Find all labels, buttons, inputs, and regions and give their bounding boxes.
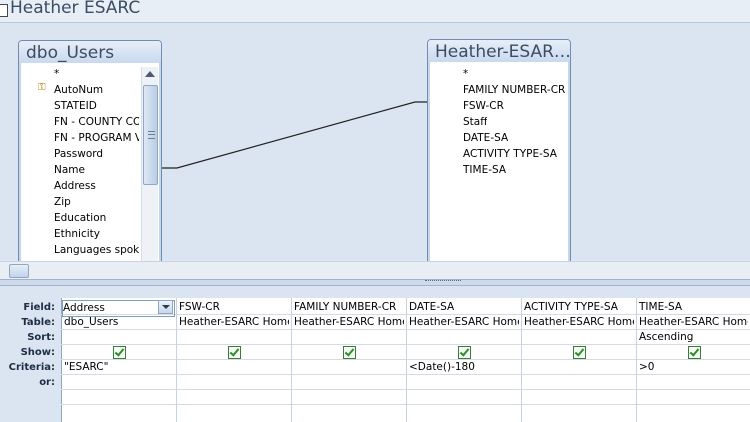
row-label-table: Table: [21, 317, 55, 328]
field-item[interactable]: Password [54, 146, 103, 162]
row-label-field: Field: [23, 302, 55, 313]
sort-cell[interactable] [64, 330, 174, 345]
field-list-scrollbar[interactable] [141, 67, 158, 264]
field-list[interactable]: ⚿ * AutoNum STATEID FN - COUNTY CO FN - … [22, 65, 158, 264]
grid-column[interactable]: DATE-SA Heather-ESARC Home <Date()-180 [406, 286, 522, 422]
field-item[interactable]: AutoNum [54, 82, 103, 98]
table-cell[interactable]: Heather-ESARC Home [639, 315, 748, 330]
row-label-show: Show: [20, 347, 55, 358]
field-item[interactable]: * [463, 66, 468, 82]
field-item[interactable]: FN - COUNTY CO [54, 114, 139, 130]
query-design-grid[interactable]: Field: Table: Sort: Show: Criteria: or: … [0, 286, 750, 422]
table-cell[interactable]: Heather-ESARC Home [524, 315, 634, 330]
table-title[interactable]: Heather-ESAR… [428, 40, 570, 62]
field-item[interactable]: TIME-SA [463, 162, 506, 178]
row-label-criteria: Criteria: [8, 362, 55, 373]
sort-cell[interactable] [524, 330, 634, 345]
field-item[interactable]: Name [54, 162, 85, 178]
window-title: Heather ESARC [10, 0, 141, 18]
field-item[interactable]: FSW-CR [463, 98, 504, 114]
sort-cell[interactable] [294, 330, 404, 345]
sort-cell[interactable] [409, 330, 519, 345]
field-item[interactable]: ACTIVITY TYPE-SA [463, 146, 557, 162]
field-item[interactable]: * [54, 66, 59, 82]
table-design-area[interactable]: dbo_Users ⚿ * AutoNum STATEID FN - COUNT… [0, 23, 750, 265]
grid-column[interactable]: FSW-CR Heather-ESARC Home [176, 286, 292, 422]
criteria-cell[interactable]: >0 [639, 360, 748, 375]
window-titlebar: Heather ESARC [0, 0, 750, 23]
or-cell[interactable] [64, 375, 174, 390]
row-labels: Field: Table: Sort: Show: Criteria: or: [0, 286, 62, 422]
field-item[interactable]: DATE-SA [463, 130, 508, 146]
horizontal-scrollbar[interactable] [0, 261, 750, 279]
or-cell[interactable] [639, 375, 748, 390]
table-box-heather-esarc[interactable]: Heather-ESAR… * FAMILY NUMBER-CR FSW-CR … [427, 39, 571, 265]
field-item[interactable]: STATEID [54, 98, 97, 114]
table-cell[interactable]: Heather-ESARC Home [179, 315, 289, 330]
pane-splitter[interactable] [0, 279, 750, 286]
show-checkbox[interactable] [573, 346, 586, 359]
primary-key-icon: ⚿ [38, 82, 46, 93]
criteria-cell[interactable] [179, 360, 289, 375]
sort-cell[interactable]: Ascending [639, 330, 748, 345]
field-list[interactable]: * FAMILY NUMBER-CR FSW-CR Staff DATE-SA … [431, 64, 567, 264]
field-item[interactable]: Zip [54, 194, 71, 210]
or-cell[interactable] [524, 375, 634, 390]
field-item[interactable]: Education [54, 210, 106, 226]
row-label-or: or: [39, 377, 55, 388]
grid-column[interactable]: Address dbo_Users "ESARC" [61, 286, 177, 422]
row-label-sort: Sort: [27, 332, 55, 343]
grid-column[interactable]: TIME-SA Heather-ESARC Home Ascending >0 [636, 286, 750, 422]
scrollbar-thumb[interactable] [143, 85, 158, 185]
grid-column[interactable]: ACTIVITY TYPE-SA Heather-ESARC Home [521, 286, 637, 422]
sort-cell[interactable] [179, 330, 289, 345]
table-title[interactable]: dbo_Users [19, 41, 161, 63]
field-item[interactable]: Ethnicity [54, 226, 100, 242]
criteria-cell[interactable]: <Date()-180 [409, 360, 519, 375]
table-cell[interactable]: Heather-ESARC Home [409, 315, 519, 330]
show-checkbox[interactable] [688, 346, 701, 359]
criteria-cell[interactable] [524, 360, 634, 375]
criteria-cell[interactable]: "ESARC" [64, 360, 174, 375]
field-item[interactable]: Staff [463, 114, 487, 130]
field-item[interactable]: Languages spoke [54, 242, 139, 258]
field-item[interactable]: FAMILY NUMBER-CR [463, 82, 565, 98]
or-cell[interactable] [409, 375, 519, 390]
scroll-up-arrow-icon[interactable] [145, 71, 155, 77]
table-cell[interactable]: dbo_Users [64, 315, 174, 330]
or-cell[interactable] [179, 375, 289, 390]
scrollbar-thumb[interactable] [9, 264, 29, 278]
field-item[interactable]: Address [54, 178, 96, 194]
show-checkbox[interactable] [113, 346, 126, 359]
show-checkbox[interactable] [458, 346, 471, 359]
or-cell[interactable] [294, 375, 404, 390]
field-cell[interactable]: TIME-SA [639, 300, 748, 315]
show-checkbox[interactable] [343, 346, 356, 359]
grid-column[interactable]: FAMILY NUMBER-CR Heather-ESARC Home [291, 286, 407, 422]
criteria-cell[interactable] [294, 360, 404, 375]
field-cell[interactable]: FSW-CR [179, 300, 289, 315]
table-cell[interactable]: Heather-ESARC Home [294, 315, 404, 330]
field-item[interactable]: FN - PROGRAM V [54, 130, 139, 146]
chevron-down-icon[interactable] [158, 300, 173, 314]
table-box-dbo-users[interactable]: dbo_Users ⚿ * AutoNum STATEID FN - COUNT… [18, 40, 162, 265]
field-cell[interactable]: FAMILY NUMBER-CR [294, 300, 404, 315]
show-checkbox[interactable] [228, 346, 241, 359]
field-cell[interactable]: DATE-SA [409, 300, 519, 315]
query-icon [0, 4, 8, 17]
field-cell[interactable]: ACTIVITY TYPE-SA [524, 300, 634, 315]
